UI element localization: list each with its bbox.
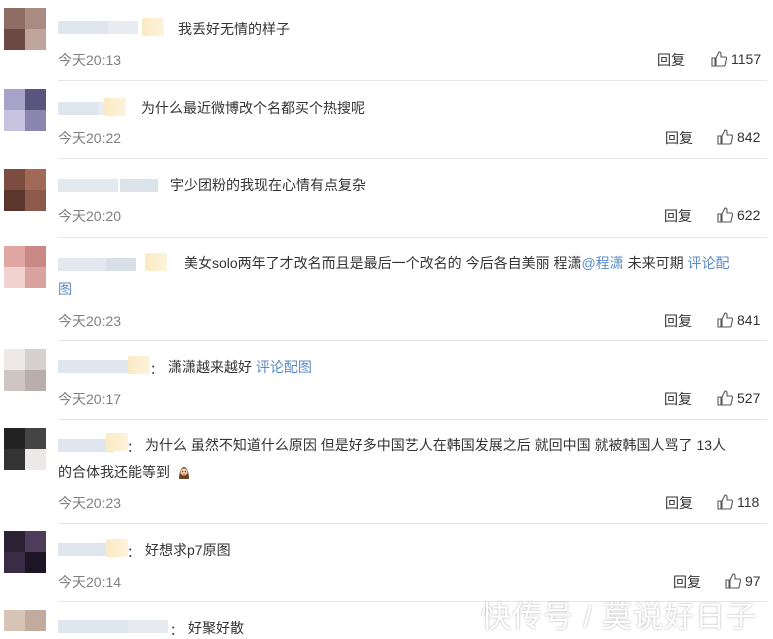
- comment-text-line2: 的合体我还能等到: [58, 461, 192, 483]
- avatar[interactable]: [4, 531, 46, 573]
- image-comment-link-wrap[interactable]: 图: [58, 278, 72, 300]
- avatar[interactable]: [4, 169, 46, 211]
- thumbs-up-icon: [717, 129, 733, 145]
- username-blurred[interactable]: [58, 360, 130, 373]
- like-count: 97: [745, 573, 761, 589]
- like-count: 118: [737, 494, 760, 510]
- badge-blurred: [106, 433, 128, 451]
- like-button[interactable]: 97: [725, 573, 761, 589]
- comment-text-body: 潇潇越来越好: [168, 359, 256, 375]
- comment-time: 今天20:22: [58, 130, 122, 146]
- comment-item: ： 潇潇越来越好 评论配图 今天20:17 回复 527: [0, 341, 773, 419]
- thumbs-up-icon: [717, 390, 733, 406]
- thumbs-up-icon: [725, 573, 741, 589]
- like-button[interactable]: 1157: [711, 51, 761, 67]
- avatar[interactable]: [4, 89, 46, 131]
- reply-button[interactable]: 回复: [665, 128, 693, 148]
- comment-text: 潇潇越来越好 评论配图: [168, 356, 312, 378]
- mention-link[interactable]: @程潇: [581, 255, 623, 271]
- username-blurred[interactable]: [58, 258, 136, 271]
- badge-blurred: [142, 18, 164, 36]
- image-comment-link[interactable]: 评论配图: [256, 359, 312, 375]
- comment-text-line1: 为什么 虽然不知道什么原因 但是好多中国艺人在韩国发展之后 就回中国 就被韩国人…: [145, 437, 727, 453]
- comment-text: 好想求p7原图: [145, 542, 231, 558]
- thumbs-up-icon: [711, 51, 727, 67]
- avatar[interactable]: [4, 610, 46, 638]
- comment-item: ： 好想求p7原图 今天20:14 回复 97: [0, 524, 773, 601]
- badge-blurred: [128, 356, 150, 374]
- thumbs-up-icon: [717, 494, 733, 510]
- comment-time: 今天20:23: [58, 313, 122, 329]
- comment-text: 宇少团粉的我现在心情有点复杂: [170, 177, 366, 193]
- reply-button[interactable]: 回复: [664, 311, 692, 331]
- badge-blurred: [104, 98, 126, 116]
- comment-text-line1: 美女solo两年了才改名而且是最后一个改名的 今后各自美丽 程潇: [184, 255, 582, 271]
- colon-separator: ：: [127, 440, 141, 455]
- comment-item: 我丢好无情的样子 今天20:13 回复 1157: [0, 0, 773, 80]
- like-button[interactable]: 527: [717, 390, 760, 406]
- comment-item: 美女solo两年了才改名而且是最后一个改名的 今后各自美丽 程潇@程潇 未来可期…: [0, 238, 773, 340]
- reply-button[interactable]: 回复: [657, 50, 685, 70]
- reply-button[interactable]: 回复: [664, 206, 692, 226]
- like-button[interactable]: 842: [717, 129, 760, 145]
- comment-text: 我丢好无情的样子: [178, 21, 290, 37]
- colon-separator: ：: [127, 545, 141, 560]
- colon-separator: ：: [170, 623, 184, 638]
- avatar[interactable]: [4, 246, 46, 288]
- watermark: 快传号 / 莫说好日子: [480, 601, 757, 634]
- comment-item: 为什么最近微博改个名都买个热搜呢 今天20:22 回复 842: [0, 81, 773, 158]
- thumbs-up-icon: [717, 312, 733, 328]
- comment-time: 今天20:20: [58, 208, 122, 224]
- avatar[interactable]: [4, 8, 46, 50]
- avatar[interactable]: [4, 428, 46, 470]
- reply-button[interactable]: 回复: [665, 493, 693, 513]
- username-blurred[interactable]: [58, 21, 138, 34]
- username-blurred[interactable]: [58, 179, 158, 192]
- comment-text: 美女solo两年了才改名而且是最后一个改名的 今后各自美丽 程潇@程潇 未来可期…: [184, 252, 770, 274]
- thumbs-up-icon: [717, 207, 733, 223]
- like-count: 1157: [731, 51, 762, 67]
- image-comment-link[interactable]: 评论配: [687, 255, 729, 271]
- badge-blurred: [106, 539, 128, 557]
- avatar[interactable]: [4, 349, 46, 391]
- colon-separator: ：: [150, 362, 164, 377]
- reply-button[interactable]: 回复: [673, 572, 701, 592]
- badge-blurred: [145, 253, 167, 271]
- comment-text-tail: 未来可期: [623, 255, 688, 271]
- comment-text-body: 的合体我还能等到: [58, 464, 170, 480]
- comment-time: 今天20:14: [58, 574, 122, 590]
- like-button[interactable]: 622: [717, 207, 760, 223]
- comment-time: 今天20:23: [58, 495, 122, 511]
- reply-button[interactable]: 回复: [664, 389, 692, 409]
- like-count: 527: [737, 390, 761, 406]
- comment-item: ： 为什么 虽然不知道什么原因 但是好多中国艺人在韩国发展之后 就回中国 就被韩…: [0, 420, 773, 523]
- like-button[interactable]: 118: [717, 494, 759, 510]
- comment-list: 我丢好无情的样子 今天20:13 回复 1157 为什么最近微博改个名都买个热搜…: [0, 0, 773, 638]
- like-count: 841: [737, 312, 761, 328]
- comment-item: 宇少团粉的我现在心情有点复杂 今天20:20 回复 622: [0, 159, 773, 237]
- like-count: 622: [737, 207, 761, 223]
- crying-face-icon: [178, 467, 189, 479]
- comment-time: 今天20:13: [58, 52, 122, 68]
- comment-time: 今天20:17: [58, 391, 122, 407]
- comment-text: 好聚好散: [188, 620, 244, 636]
- comment-text: 为什么最近微博改个名都买个热搜呢: [141, 100, 365, 116]
- like-button[interactable]: 841: [717, 312, 760, 328]
- username-blurred[interactable]: [58, 620, 168, 633]
- like-count: 842: [737, 129, 761, 145]
